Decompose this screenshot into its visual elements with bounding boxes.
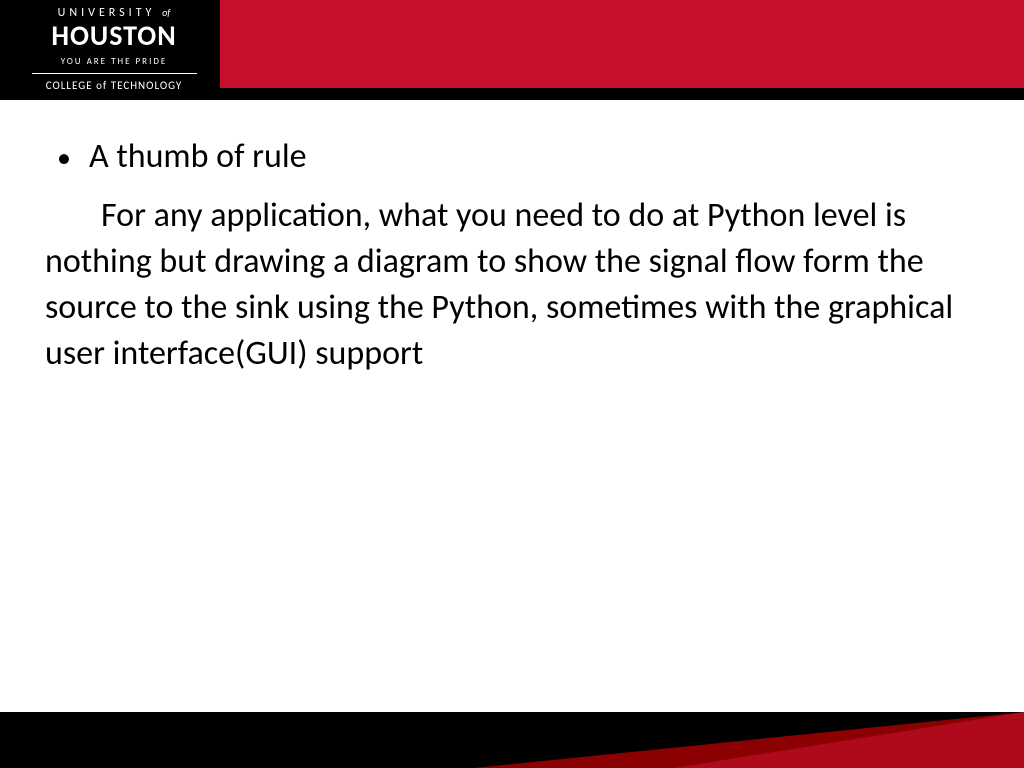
bullet-item: • A thumb of rule bbox=[45, 135, 984, 179]
header-red-bar bbox=[220, 0, 1024, 88]
slide-header: UNIVERSITY of HOUSTON YOU ARE THE PRIDE … bbox=[0, 0, 1024, 100]
footer-red-accent bbox=[474, 712, 1024, 768]
slide-footer bbox=[0, 712, 1024, 768]
body-text-content: For any application, what you need to do… bbox=[45, 195, 953, 374]
slide-content: • A thumb of rule For any application, w… bbox=[0, 100, 1024, 377]
bullet-text: A thumb of rule bbox=[89, 135, 307, 179]
logo-college-text: COLLEGE of TECHNOLOGY bbox=[14, 79, 214, 92]
body-paragraph: For any application, what you need to do… bbox=[45, 193, 984, 377]
logo-houston-text: HOUSTON bbox=[14, 22, 214, 50]
university-logo: UNIVERSITY of HOUSTON YOU ARE THE PRIDE … bbox=[14, 6, 214, 92]
logo-tagline: YOU ARE THE PRIDE bbox=[32, 56, 197, 74]
bullet-marker: • bbox=[57, 140, 71, 176]
